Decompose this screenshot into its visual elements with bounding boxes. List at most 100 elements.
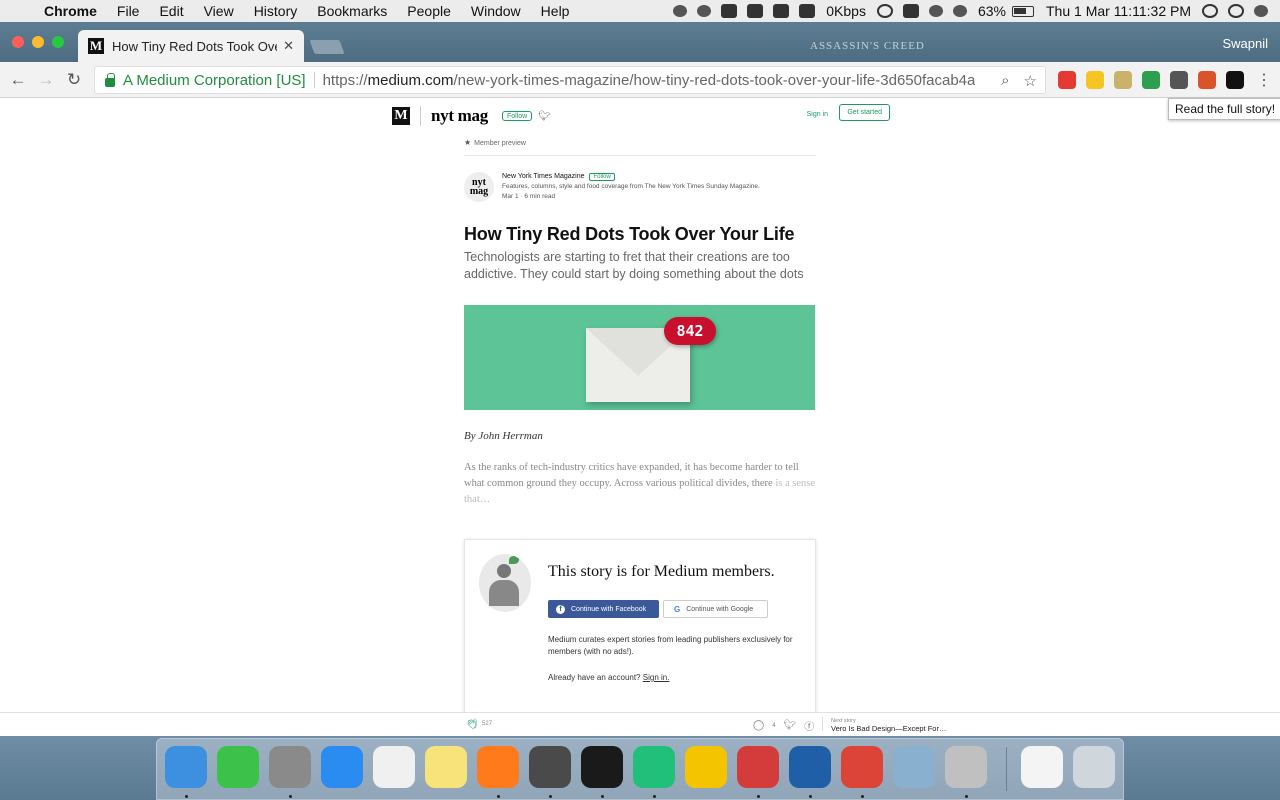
close-tab-icon[interactable]: ✕ [283,38,294,54]
twitter-icon[interactable]: 🐦︎ [538,111,551,122]
wifi-icon[interactable] [952,5,967,17]
signin-link[interactable]: Sign in [807,111,828,118]
grammarly-extension-icon[interactable] [1142,71,1160,89]
battery-icon[interactable] [1012,5,1034,17]
dock-system-preferences-icon[interactable] [269,746,311,788]
dock-vs-code-icon[interactable] [789,746,831,788]
zoom-window-button[interactable] [52,36,64,48]
chrome-menu-icon[interactable]: ⋮ [1256,70,1272,90]
menu-app-name[interactable]: Chrome [34,3,107,19]
network-speed[interactable]: 0Kbps [820,3,872,19]
bookmark-icon[interactable] [721,4,738,18]
dock-sublime-text-icon[interactable] [529,746,571,788]
dock-scissors-icon[interactable] [945,746,987,788]
response-icon[interactable]: ◯ [753,720,764,731]
active-tab[interactable]: M How Tiny Red Dots Took Over ✕ [78,30,304,62]
spotlight-search-icon[interactable] [1202,4,1218,18]
ev-certificate-label[interactable]: A Medium Corporation [US] [123,72,306,89]
menu-file[interactable]: File [107,3,150,19]
paywall-signin-link[interactable]: Sign in. [643,673,670,682]
url-text[interactable]: https://medium.com/new-york-times-magazi… [323,72,976,89]
dock-terminal-icon[interactable] [581,746,623,788]
medium-favicon-icon: M [88,38,104,54]
notification-center-icon[interactable] [1254,5,1268,17]
reload-icon[interactable]: ↻ [60,70,88,90]
dock-screen-icon[interactable] [1021,746,1063,788]
dock-bear-icon[interactable] [737,746,779,788]
dock-app-store-icon[interactable] [321,746,363,788]
pocket-extension-icon[interactable] [1198,71,1216,89]
activity-icon[interactable] [773,4,790,18]
menu-help[interactable]: Help [531,3,580,19]
menu-window[interactable]: Window [461,3,531,19]
forward-arrow-icon[interactable]: → [32,70,60,90]
incognito-extension-icon[interactable] [1170,71,1188,89]
next-story-link[interactable]: Vero Is Bad Design—Except For… [831,724,946,733]
owl-icon[interactable] [747,4,764,18]
author-avatar[interactable]: nyt mag [464,172,494,202]
siri-icon[interactable] [1228,4,1244,18]
menu-people[interactable]: People [397,3,461,19]
menu-history[interactable]: History [244,3,308,19]
header-divider [420,106,421,126]
tab-strip: M How Tiny Red Dots Took Over ✕ ASSASSIN… [0,22,1280,62]
dock-facetime-icon[interactable] [217,746,259,788]
article-subtitle: Technologists are starting to fret that … [464,250,804,281]
dock-pycharm-icon[interactable] [633,746,675,788]
vee-extension-icon[interactable] [1114,71,1132,89]
do-not-disturb-icon[interactable] [876,4,893,18]
plus-icon[interactable] [799,4,816,18]
running-indicator [497,795,500,798]
close-window-button[interactable] [12,36,24,48]
running-indicator [965,795,968,798]
article: ★ Member preview nyt mag New York Times M… [464,138,816,508]
menu-edit[interactable]: Edit [149,3,193,19]
twitter-share-icon[interactable]: 🐦︎ [784,720,797,731]
window-controls [12,36,64,48]
back-arrow-icon[interactable]: ← [4,70,32,90]
running-indicator [549,795,552,798]
continue-with-google-button[interactable]: G Continue with Google [663,600,768,618]
minimize-window-button[interactable] [32,36,44,48]
article-meta: Mar 1 · 6 min read [502,193,556,200]
dropbox-icon[interactable] [697,5,712,17]
dock-finder-icon[interactable] [165,746,207,788]
author-follow-button[interactable]: Follow [589,173,615,181]
medium-extension-icon[interactable] [1226,71,1244,89]
dock-chrome-icon[interactable] [841,746,883,788]
author-name[interactable]: New York Times Magazine [502,173,584,180]
lock-icon[interactable] [902,4,919,18]
hero-image: 842 [464,305,815,410]
bookmark-star-icon[interactable]: ☆ [1024,72,1037,90]
dock-firefox-icon[interactable] [477,746,519,788]
new-tab-button[interactable] [309,40,345,54]
continue-with-facebook-button[interactable]: f Continue with Facebook [548,600,659,618]
running-indicator [289,795,292,798]
battery-percent[interactable]: 63% [972,3,1012,19]
publication-logo[interactable]: nyt mag [431,106,488,126]
menu-bookmarks[interactable]: Bookmarks [307,3,397,19]
cloud-icon[interactable] [673,5,688,17]
opera-extension-icon[interactable] [1058,71,1076,89]
medium-header: M nyt mag Follow 🐦︎ Sign in Get started [392,104,890,128]
clock[interactable]: Thu 1 Mar 11:11:32 PM [1040,3,1197,19]
already-label: Already have an account? [548,673,641,682]
address-bar[interactable]: A Medium Corporation [US] https://medium… [94,66,1046,94]
menu-view[interactable]: View [194,3,244,19]
toby-extension-icon[interactable] [1086,71,1104,89]
zoom-magnifier-icon[interactable]: ⌕ [1001,72,1009,90]
clap-icon[interactable]: 👏︎ [466,719,479,730]
publication-follow-button[interactable]: Follow [501,111,533,121]
dock-tes-icon[interactable] [685,746,727,788]
profile-name[interactable]: Swapnil [1222,36,1268,51]
dock-trash-icon[interactable] [1073,746,1115,788]
dock-preview-icon[interactable] [893,746,935,788]
author-bio: Features, columns, style and food covera… [502,183,760,190]
get-started-button[interactable]: Get started [839,104,890,121]
facebook-share-icon[interactable]: ⓕ [804,718,814,733]
bluetooth-icon[interactable] [928,5,943,17]
dock-itunes-icon[interactable] [373,746,415,788]
dock-notes-icon[interactable] [425,746,467,788]
medium-logo[interactable]: M [392,107,410,125]
url-path: /new-york-times-magazine/how-tiny-red-do… [453,71,976,89]
